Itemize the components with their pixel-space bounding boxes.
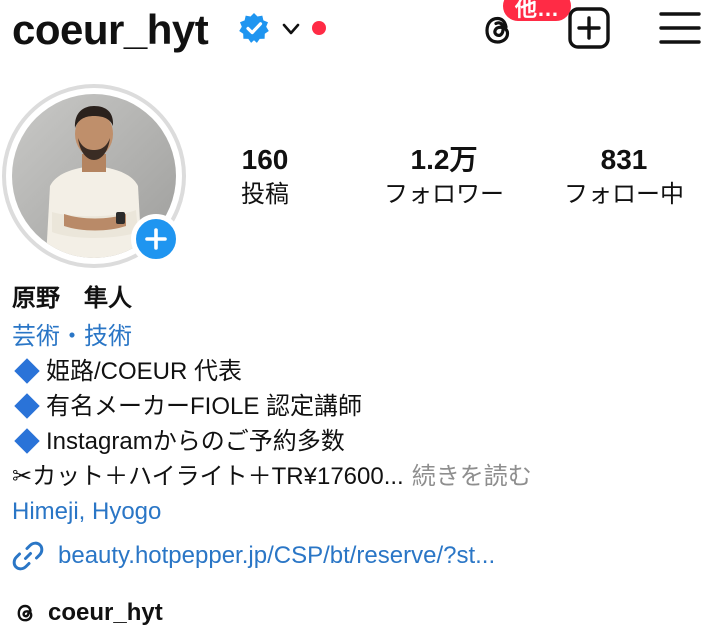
plus-square-icon[interactable] (567, 6, 611, 50)
posts-label: 投稿 (241, 181, 289, 208)
chevron-down-icon[interactable] (280, 18, 302, 40)
posts-count: 160 (241, 144, 289, 175)
bio-line: ✂カット＋ハイライト＋TR¥17600... 続きを読む (12, 461, 532, 493)
following-count: 831 (600, 144, 648, 175)
username-title[interactable]: coeur_hyt (12, 4, 209, 56)
bio-text: ✂カット＋ハイライト＋TR¥17600... (12, 463, 404, 490)
bio-text: 姫路/COEUR 代表 (46, 358, 243, 385)
display-name: 原野 隼人 (12, 285, 132, 312)
followers-label: フォロワー (384, 181, 504, 208)
blue-diamond-icon (14, 357, 40, 384)
bio-line: 有名メーカーFIOLE 認定講師 (12, 391, 362, 423)
bio-text: Instagramからのご予約多数 (46, 428, 345, 455)
threads-handle: coeur_hyt (48, 599, 163, 626)
bio-line: Instagramからのご予約多数 (12, 426, 345, 458)
plus-icon (145, 228, 167, 250)
location-link[interactable]: Himeji, Hyogo (12, 496, 161, 528)
following-label: フォロー中 (564, 181, 684, 208)
notification-badge[interactable]: 他… (500, 0, 575, 24)
followers-count: 1.2万 (410, 144, 478, 175)
threads-icon (17, 604, 33, 622)
add-story-button[interactable] (131, 214, 181, 264)
followers-stat[interactable]: 1.2万 フォロワー (370, 142, 518, 212)
external-link-text: beauty.hotpepper.jp/CSP/bt/reserve/?st..… (58, 542, 496, 569)
posts-stat[interactable]: 160 投稿 (215, 142, 315, 212)
category-label: 芸術・技術 (12, 323, 132, 350)
verified-badge-icon (239, 13, 269, 43)
unread-dot (312, 21, 326, 35)
blue-diamond-icon (14, 392, 40, 419)
bio-text: 有名メーカーFIOLE 認定講師 (46, 393, 363, 420)
link-icon (12, 541, 44, 571)
hamburger-menu-icon[interactable] (658, 10, 702, 46)
read-more-link[interactable]: 続きを読む (412, 463, 532, 490)
profile-header: coeur_hyt 他… (0, 0, 709, 62)
bio-line: 姫路/COEUR 代表 (12, 356, 242, 388)
blue-diamond-icon (14, 427, 40, 454)
following-stat[interactable]: 831 フォロー中 (554, 142, 694, 212)
